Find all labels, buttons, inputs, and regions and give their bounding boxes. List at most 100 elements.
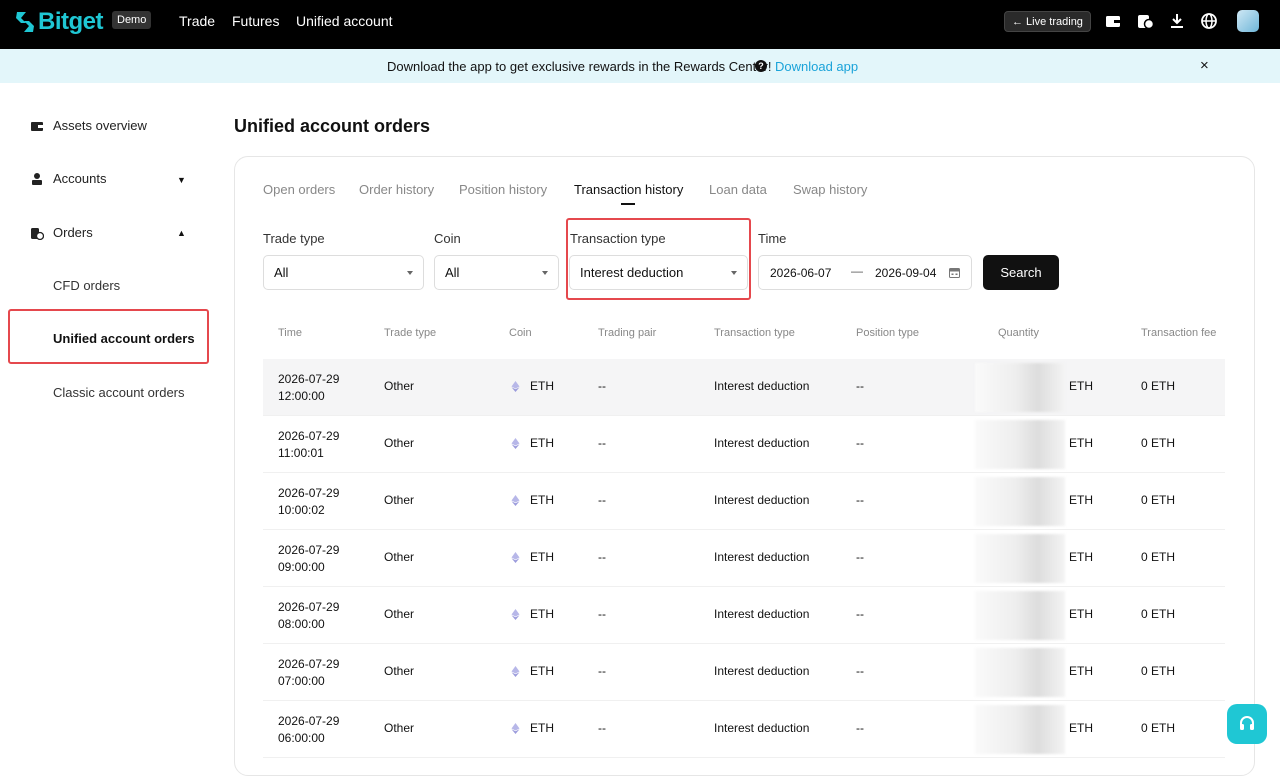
headset-icon: [1240, 716, 1254, 730]
trade-type-cell: Other: [384, 607, 415, 621]
eth-icon: [511, 380, 520, 392]
date-text: 2026-07-29: [278, 543, 340, 557]
sidebar-item-assets-overview[interactable]: Assets overview: [30, 118, 147, 133]
position-type-cell: --: [856, 664, 864, 678]
nav-futures[interactable]: Futures: [232, 13, 279, 29]
bitget-logo[interactable]: Bitget: [14, 8, 104, 36]
table-row: 2026-07-29 11:00:01 Other ETH -- Interest ded…: [263, 416, 1225, 473]
coin-cell: ETH: [511, 664, 554, 678]
eth-icon: [511, 494, 520, 506]
bitget-logo-icon: [16, 12, 34, 32]
quantity-unit-cell: ETH: [1069, 664, 1093, 678]
time-cell: 2026-07-29 07:00:00: [278, 656, 339, 690]
trade-type-select[interactable]: All: [263, 255, 424, 290]
search-button[interactable]: Search: [983, 255, 1059, 290]
trade-type-value: All: [274, 265, 289, 280]
tab-loan-data[interactable]: Loan data: [709, 182, 767, 197]
table-row: 2026-07-29 09:00:00 Other ETH -- Interest ded…: [263, 530, 1225, 587]
transaction-type-highlight: [566, 218, 751, 300]
coin-cell: ETH: [511, 379, 554, 393]
quantity-unit-cell: ETH: [1069, 550, 1093, 564]
live-trading-button[interactable]: ← Live trading: [1004, 11, 1091, 32]
sidebar-item-classic-account-orders[interactable]: Classic account orders: [53, 385, 185, 400]
coin-cell: ETH: [511, 436, 554, 450]
eth-icon: [511, 665, 520, 677]
chevron-up-icon[interactable]: ▲: [177, 228, 186, 238]
quantity-unit-cell: ETH: [1069, 493, 1093, 507]
wallet-icon: [31, 121, 43, 131]
orders-icon[interactable]: [1136, 12, 1154, 30]
sidebar-item-label: Orders: [53, 225, 93, 240]
transaction-fee-cell: 0 ETH: [1141, 550, 1176, 564]
transaction-type-cell: Interest deduction: [714, 664, 810, 678]
trading-pair-cell: --: [598, 607, 606, 621]
coin-value: All: [445, 265, 460, 280]
download-icon[interactable]: [1168, 12, 1186, 30]
tab-transaction-history[interactable]: Transaction history: [574, 182, 683, 197]
coin-cell: ETH: [511, 721, 554, 735]
transaction-type-cell: Interest deduction: [714, 721, 810, 735]
transaction-type-cell: Interest deduction: [714, 379, 810, 393]
redacted-quantity: [975, 705, 1065, 754]
end-date[interactable]: 2026-09-04: [875, 266, 936, 280]
trade-type-cell: Other: [384, 721, 415, 735]
transaction-fee-cell: 0 ETH: [1141, 721, 1176, 735]
coin-name: ETH: [530, 721, 554, 735]
user-avatar[interactable]: [1237, 10, 1259, 32]
close-icon[interactable]: ×: [1200, 57, 1209, 74]
transaction-type-cell: Interest deduction: [714, 436, 810, 450]
coin-name: ETH: [530, 379, 554, 393]
nav-trade[interactable]: Trade: [179, 13, 215, 29]
tab-order-history[interactable]: Order history: [359, 182, 434, 197]
transaction-fee-cell: 0 ETH: [1141, 607, 1176, 621]
tab-swap-history[interactable]: Swap history: [793, 182, 867, 197]
table-row: 2026-07-29 08:00:00 Other ETH -- Interest ded…: [263, 587, 1225, 644]
time-cell: 2026-07-29 08:00:00: [278, 599, 339, 633]
wallet-icon[interactable]: [1104, 12, 1122, 30]
table-row: 2026-07-29 07:00:00 Other ETH -- Interest ded…: [263, 644, 1225, 701]
tab-open-orders[interactable]: Open orders: [263, 182, 335, 197]
column-header-position-type: Position type: [856, 327, 919, 339]
date-text: 2026-07-29: [278, 429, 340, 443]
column-header-time: Time: [278, 327, 303, 339]
time-text: 08:00:00: [278, 617, 325, 631]
start-date[interactable]: 2026-06-07: [770, 266, 831, 280]
sidebar-item-cfd-orders[interactable]: CFD orders: [53, 278, 120, 293]
transaction-type-cell: Interest deduction: [714, 607, 810, 621]
help-icon[interactable]: ?: [755, 60, 767, 72]
position-type-cell: --: [856, 493, 864, 507]
date-range-picker[interactable]: 2026-06-07 — 2026-09-04: [758, 255, 972, 290]
top-nav-bar: Bitget Demo Trade Futures Unified accoun…: [0, 0, 1280, 49]
download-app-link[interactable]: Download app: [775, 59, 858, 74]
chevron-down-icon[interactable]: ▼: [177, 175, 186, 185]
sidebar-item-accounts[interactable]: Accounts: [30, 171, 106, 186]
time-text: 09:00:00: [278, 560, 325, 574]
coin-select[interactable]: All: [434, 255, 559, 290]
quantity-unit-cell: ETH: [1069, 607, 1093, 621]
time-cell: 2026-07-29 09:00:00: [278, 542, 339, 576]
sidebar-item-orders[interactable]: Orders: [30, 225, 93, 240]
globe-icon[interactable]: [1200, 12, 1218, 30]
trade-type-cell: Other: [384, 493, 415, 507]
trade-type-cell: Other: [384, 436, 415, 450]
eth-icon: [511, 551, 520, 563]
column-header-quantity: Quantity: [998, 327, 1039, 339]
transaction-fee-cell: 0 ETH: [1141, 664, 1176, 678]
transaction-fee-cell: 0 ETH: [1141, 493, 1176, 507]
redacted-quantity: [975, 363, 1065, 412]
column-header-trade-type: Trade type: [384, 327, 437, 339]
date-text: 2026-07-29: [278, 714, 340, 728]
trading-pair-cell: --: [598, 436, 606, 450]
nav-unified-account[interactable]: Unified account: [296, 13, 393, 29]
table-row: 2026-07-29 10:00:02 Other ETH -- Interest ded…: [263, 473, 1225, 530]
tab-position-history[interactable]: Position history: [459, 182, 547, 197]
column-header-transaction-fee: Transaction fee: [1141, 327, 1217, 339]
support-button[interactable]: [1227, 704, 1267, 744]
quantity-unit-cell: ETH: [1069, 436, 1093, 450]
position-type-cell: --: [856, 721, 864, 735]
active-tab-indicator: [621, 203, 635, 205]
column-header-coin: Coin: [509, 327, 532, 339]
banner-text: Download the app to get exclusive reward…: [387, 59, 772, 74]
eth-icon: [511, 437, 520, 449]
eth-icon: [511, 608, 520, 620]
